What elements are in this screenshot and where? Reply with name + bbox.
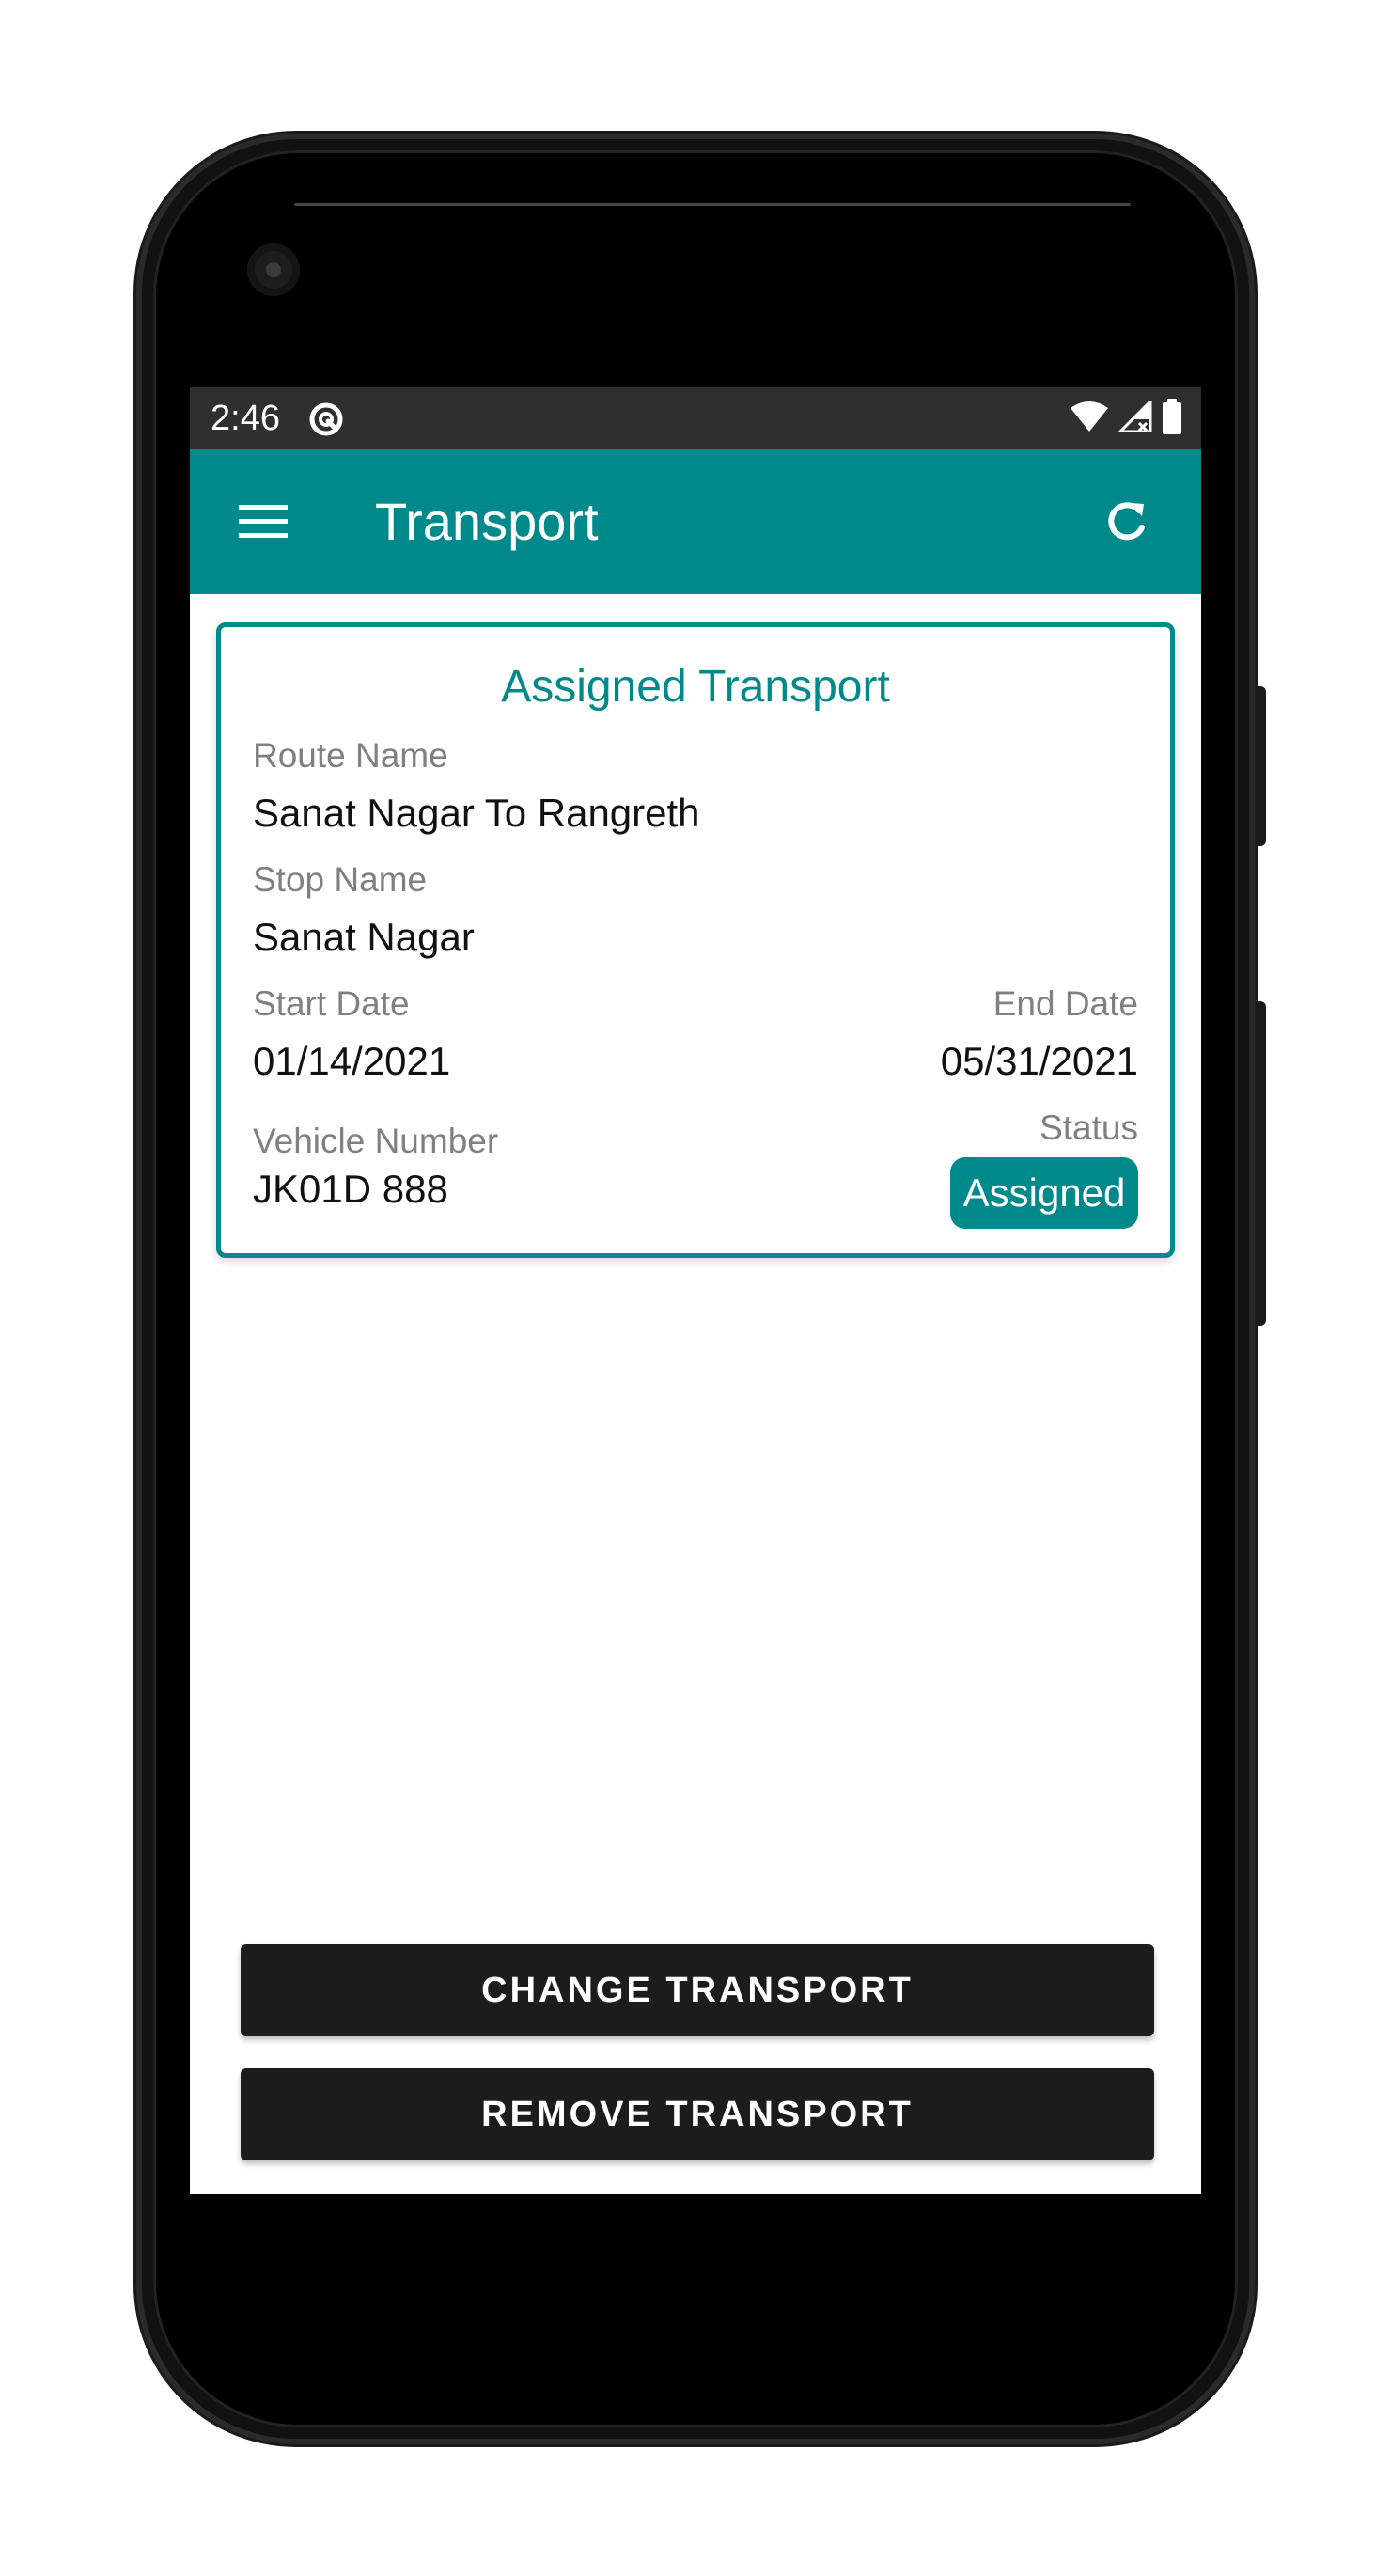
speaker-grille bbox=[294, 203, 1131, 206]
app-notification-icon bbox=[307, 401, 345, 438]
front-camera bbox=[247, 243, 300, 296]
status-icons bbox=[1070, 397, 1182, 439]
status-label: Status bbox=[1039, 1108, 1138, 1147]
vehicle-number-value: JK01D 888 bbox=[253, 1167, 448, 1211]
page-title: Transport bbox=[375, 492, 599, 551]
assigned-transport-card: Assigned Transport Route Name Sanat Naga… bbox=[216, 622, 1175, 1258]
stop-name-label: Stop Name bbox=[253, 860, 428, 899]
app-screen: 2:46 Transport Assigned Transport Route … bbox=[190, 387, 1201, 2194]
remove-transport-button[interactable]: REMOVE TRANSPORT bbox=[241, 2068, 1154, 2160]
start-date-value: 01/14/2021 bbox=[253, 1039, 451, 1083]
app-bar: Transport bbox=[190, 449, 1201, 594]
end-date-value: 05/31/2021 bbox=[940, 1039, 1138, 1083]
wifi-icon bbox=[1070, 401, 1109, 437]
hamburger-menu-icon[interactable] bbox=[239, 503, 288, 541]
refresh-icon[interactable] bbox=[1102, 497, 1150, 546]
cellular-signal-icon bbox=[1117, 397, 1152, 437]
route-name-label: Route Name bbox=[253, 736, 448, 775]
vehicle-number-label: Vehicle Number bbox=[253, 1122, 499, 1160]
start-date-label: Start Date bbox=[253, 984, 410, 1023]
status-time: 2:46 bbox=[211, 399, 280, 438]
end-date-label: End Date bbox=[992, 984, 1138, 1023]
stop-name-value: Sanat Nagar bbox=[253, 915, 475, 959]
card-title: Assigned Transport bbox=[501, 662, 890, 712]
battery-icon bbox=[1162, 398, 1182, 439]
route-name-value: Sanat Nagar To Rangreth bbox=[253, 791, 700, 835]
power-button bbox=[1255, 686, 1266, 846]
volume-button bbox=[1255, 1001, 1266, 1326]
status-badge: Assigned bbox=[950, 1157, 1138, 1229]
change-transport-button[interactable]: CHANGE TRANSPORT bbox=[241, 1944, 1154, 2036]
status-bar: 2:46 bbox=[190, 387, 1201, 449]
